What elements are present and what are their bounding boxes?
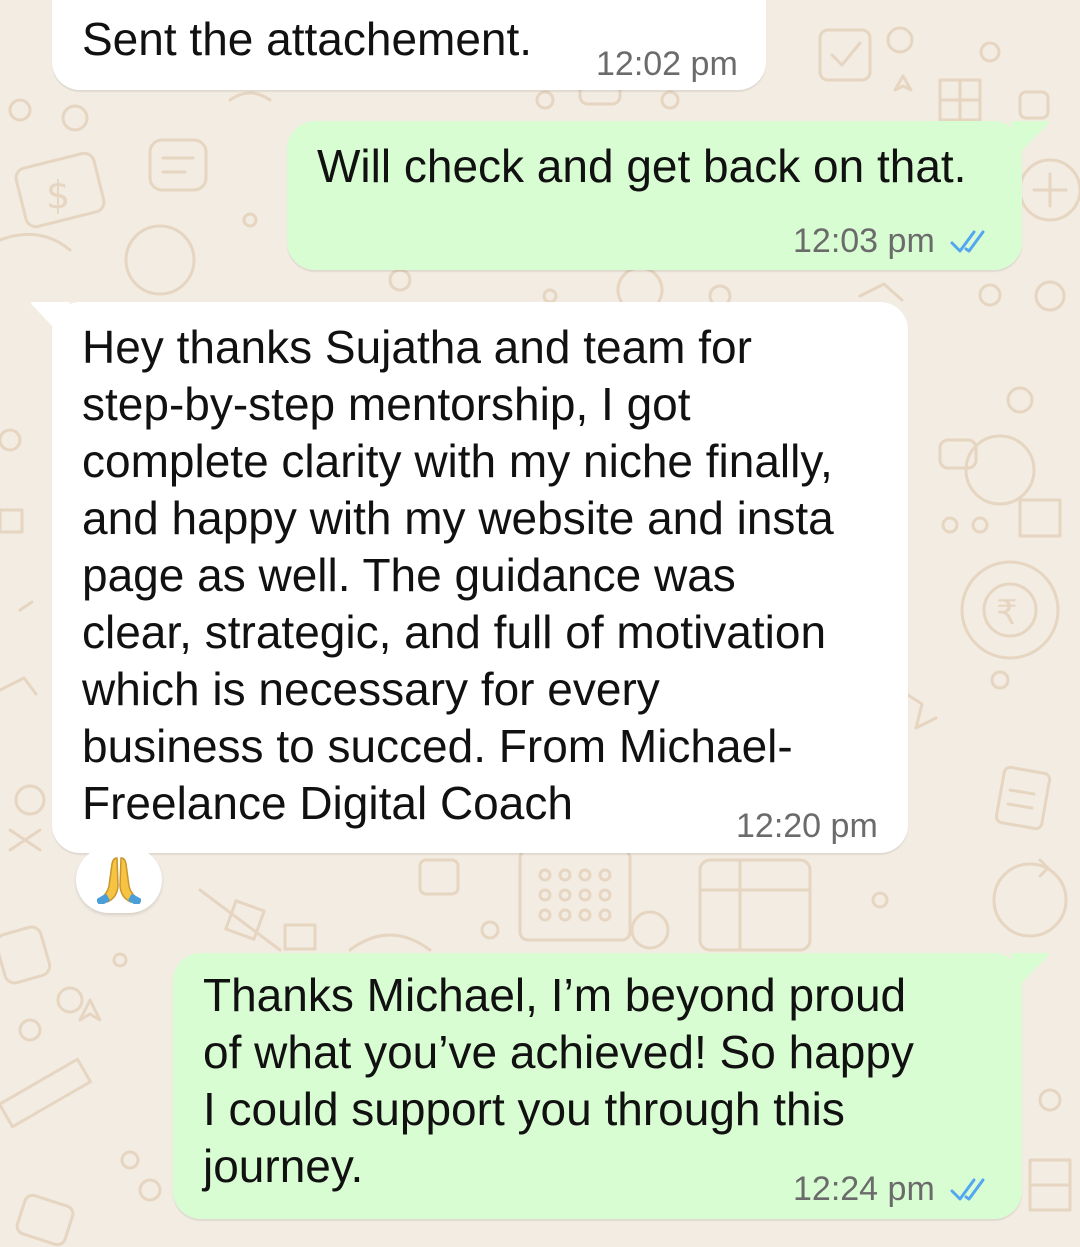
folded-hands-emoji — [97, 857, 141, 904]
message-meta: 12:20 pm — [736, 807, 878, 846]
outgoing-bubble-tail — [1010, 953, 1049, 983]
incoming-message-bubble[interactable]: Sent the attachement. 12:02 pm — [52, 0, 766, 90]
svg-text:$: $ — [46, 173, 70, 217]
outgoing-bubble-tail — [1010, 121, 1049, 151]
message-text: Sent the attachement. — [82, 13, 533, 65]
double-check-read-icon — [950, 1178, 985, 1200]
svg-text:₹: ₹ — [996, 593, 1018, 633]
outgoing-message-bubble[interactable]: Thanks Michael, I’m beyond proud of what… — [173, 953, 1022, 1219]
message-timestamp: 12:02 pm — [596, 45, 738, 83]
message-text: Will check and get back on that. — [317, 140, 967, 192]
message-timestamp: 12:20 pm — [736, 807, 878, 845]
message-text: Thanks Michael, I’m beyond proud of what… — [203, 969, 914, 1192]
message-meta: 12:03 pm — [793, 222, 993, 261]
message-timestamp: 12:03 pm — [793, 222, 935, 260]
message-reaction[interactable] — [76, 847, 162, 913]
message-timestamp: 12:24 pm — [793, 1170, 935, 1208]
outgoing-message-bubble[interactable]: Will check and get back on that. 12:03 p… — [287, 121, 1022, 270]
message-text: Hey thanks Sujatha and team for step-by-… — [82, 321, 834, 829]
double-check-read-icon — [950, 230, 985, 252]
incoming-message-bubble[interactable]: Hey thanks Sujatha and team for step-by-… — [52, 302, 908, 853]
message-meta: 12:24 pm — [793, 1170, 993, 1209]
message-meta: 12:02 pm — [596, 45, 738, 84]
